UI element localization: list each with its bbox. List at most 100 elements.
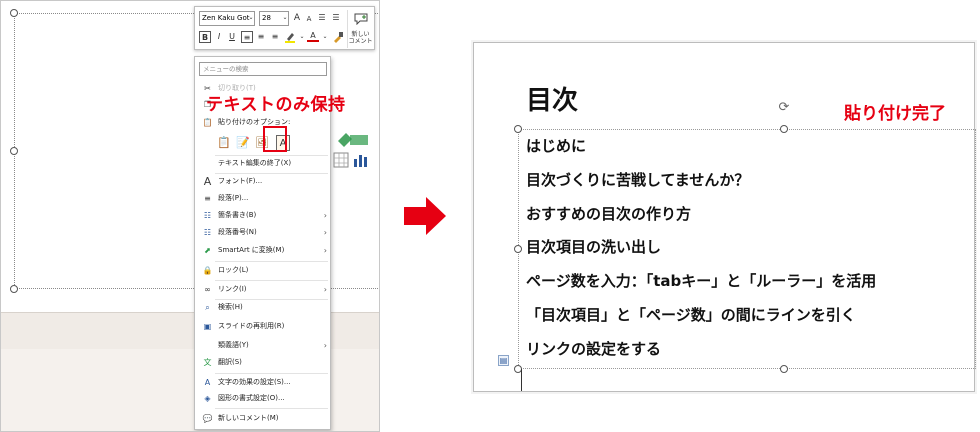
chevron-right-icon: › [323, 228, 327, 237]
chevron-right-icon: › [323, 246, 327, 255]
italic-button[interactable]: I [213, 31, 225, 43]
smartart-icon: ⬈ [204, 246, 211, 255]
search-icon: ⌕ [205, 303, 210, 312]
text-effects-label: 文字の効果の設定(S)... [218, 378, 291, 386]
chevron-right-icon: › [323, 341, 327, 350]
keep-text-only-callout: テキストのみ保持 [206, 95, 346, 115]
lock-icon: 🔒 [202, 266, 213, 275]
list-item[interactable]: リンクの設定をする [526, 338, 661, 359]
paste-options-anchor-icon[interactable]: ▤ [498, 355, 509, 366]
resize-handle-bottom-left[interactable] [10, 285, 18, 293]
link-icon: ∞ [204, 285, 211, 294]
align-right-icon[interactable]: ≡ [269, 31, 281, 43]
bold-button[interactable]: B [199, 31, 211, 43]
chevron-right-icon: › [323, 211, 327, 220]
resize-handle-bottom-center[interactable] [780, 365, 788, 373]
link-label: リンク(I) [218, 285, 247, 293]
keep-text-only-highlight-box [263, 126, 287, 152]
font-color-dropdown-icon[interactable]: ⌄ [319, 31, 331, 43]
lock-label: ロック(L) [218, 266, 249, 274]
bullets-label: 箇条書き(B) [218, 211, 257, 219]
mini-toolbar: Zen Kaku Got ⌄ 28 ⌄ A A ☰ ☰ B I U ≡ ≡ ≡ … [194, 6, 375, 50]
new-comment-icon: 💬 [202, 414, 213, 423]
slide-title[interactable]: 目次 [526, 80, 578, 117]
menu-item-new-comment[interactable]: 💬 新しいコメント(M) [195, 411, 332, 426]
paste-icon: 📋 [202, 118, 213, 127]
shrink-font-button[interactable]: A [303, 13, 315, 25]
menu-item-link[interactable]: ∞ リンク(I) › [195, 282, 332, 297]
new-comment-button[interactable]: 新しい コメント [347, 10, 373, 48]
exit-text-edit-label: テキスト編集の終了(X) [218, 159, 292, 167]
icon-image-shape [338, 133, 352, 147]
format-painter-icon[interactable] [332, 31, 344, 43]
decrease-indent-icon[interactable]: ☰ [316, 12, 328, 24]
align-left-icon[interactable]: ≡ [241, 31, 253, 43]
highlight-color-icon[interactable] [284, 31, 296, 43]
paragraph-icon: ≡ [204, 194, 211, 203]
paste-complete-callout: 貼り付け完了 [844, 104, 946, 124]
menu-item-paragraph[interactable]: ≡ 段落(P)... [195, 191, 332, 206]
menu-item-search[interactable]: ⌕ 検索(H) [195, 300, 332, 315]
text-cursor [521, 369, 522, 391]
list-item[interactable]: 目次づくりに苦戦してませんか？ [526, 169, 749, 190]
align-center-icon[interactable]: ≡ [255, 31, 267, 43]
new-comment-label-1: 新しい [351, 31, 370, 38]
synonyms-label: 類義語(Y) [218, 341, 249, 349]
paste-keep-source-formatting-icon[interactable]: 📝 [236, 135, 250, 151]
numbering-label: 段落番号(N) [218, 228, 257, 236]
grow-font-button[interactable]: A [291, 12, 303, 24]
chevron-right-icon: › [323, 285, 327, 294]
menu-item-font[interactable]: A フォント(F)... [195, 174, 332, 189]
comment-icon [354, 13, 367, 26]
new-comment-menu-label: 新しいコメント(M) [218, 414, 279, 422]
menu-item-synonyms[interactable]: 類義語(Y) › [195, 338, 332, 353]
list-item[interactable]: はじめに [526, 135, 586, 156]
list-item[interactable]: 目次項目の洗い出し [526, 236, 661, 257]
smartart-label: SmartArt に変換(M) [218, 246, 285, 254]
search-label: 検索(H) [218, 303, 243, 311]
right-screenshot-panel: 目次 ⟳ 貼り付け完了 はじめに 目次づくりに苦戦してませんか？ おすすめの目次… [473, 42, 976, 392]
new-comment-label-2: コメント [348, 38, 373, 45]
paste-options-row: 📋 📝 🖼 A [217, 134, 301, 154]
text-effects-icon: A [204, 378, 211, 387]
underline-button[interactable]: U [226, 31, 238, 43]
menu-item-shape-format[interactable]: ◈ 図形の書式設定(O)... [195, 391, 332, 406]
resize-handle-middle-left[interactable] [514, 245, 522, 253]
insert-icons-cluster [328, 129, 373, 174]
list-item[interactable]: 「目次項目」と「ページ数」の間にラインを引く [526, 304, 856, 325]
font-icon: A [203, 175, 212, 188]
font-name-dropdown-icon[interactable]: ⌄ [245, 12, 257, 24]
menu-item-reuse-slides[interactable]: ▣ スライドの再利用(R) [195, 319, 332, 334]
font-label: フォント(F)... [218, 177, 263, 185]
font-size-dropdown-icon[interactable]: ⌄ [279, 12, 291, 24]
resize-handle-top-left[interactable] [10, 9, 18, 17]
reuse-slides-icon: ▣ [203, 322, 212, 331]
menu-item-numbering[interactable]: ☷ 段落番号(N) › [195, 225, 332, 240]
resize-handle-top-left[interactable] [514, 125, 522, 133]
resize-handle-middle-left[interactable] [10, 147, 18, 155]
left-screenshot-panel: Zen Kaku Got ⌄ 28 ⌄ A A ☰ ☰ B I U ≡ ≡ ≡ … [0, 0, 380, 432]
paste-use-destination-theme-icon[interactable]: 📋 [217, 135, 231, 151]
increase-indent-icon[interactable]: ☰ [330, 12, 342, 24]
numbering-icon: ☷ [203, 228, 212, 237]
translate-label: 翻訳(S) [218, 358, 242, 366]
menu-search-input[interactable]: メニューの検索 [199, 62, 327, 76]
right-arrow-icon [402, 195, 448, 241]
font-color-button[interactable]: A [307, 30, 319, 42]
menu-item-text-effects[interactable]: A 文字の効果の設定(S)... [195, 375, 332, 390]
bullets-icon: ☷ [203, 211, 212, 220]
menu-item-exit-text-edit[interactable]: テキスト編集の終了(X) [195, 156, 332, 171]
rotate-handle-icon[interactable]: ⟳ [777, 101, 791, 115]
list-item[interactable]: ページ数を入力：「tabキー」と「ルーラー」を活用 [526, 270, 876, 291]
menu-item-lock[interactable]: 🔒 ロック(L) [195, 263, 332, 278]
translate-icon: 文 [203, 358, 212, 367]
shape-format-icon: ◈ [204, 394, 211, 403]
paragraph-label: 段落(P)... [218, 194, 249, 202]
shape-format-label: 図形の書式設定(O)... [218, 394, 285, 402]
menu-item-bullets[interactable]: ☷ 箇条書き(B) › [195, 208, 332, 223]
menu-item-smartart[interactable]: ⬈ SmartArt に変換(M) › [195, 243, 332, 258]
menu-item-translate[interactable]: 文 翻訳(S) [195, 355, 332, 370]
list-item[interactable]: おすすめの目次の作り方 [526, 203, 691, 224]
reuse-slides-label: スライドの再利用(R) [218, 322, 285, 330]
resize-handle-top-center[interactable] [780, 125, 788, 133]
